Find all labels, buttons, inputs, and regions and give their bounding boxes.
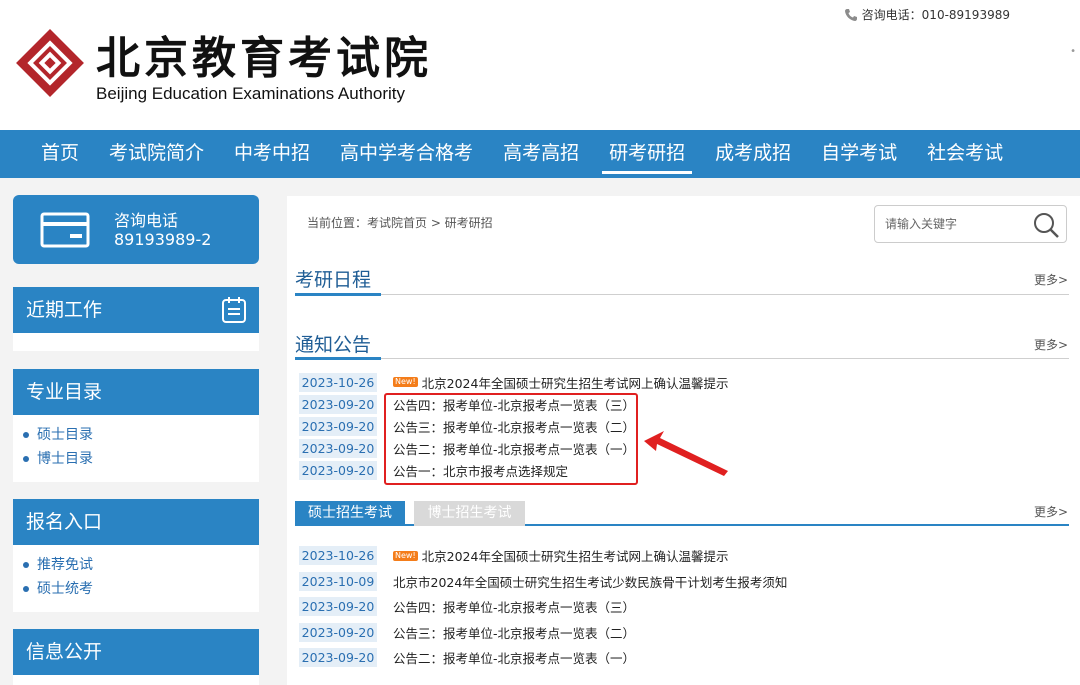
- nav-item-zixue[interactable]: 自学考试: [806, 130, 912, 178]
- list-item[interactable]: 2023-09-20 公告三：报考单位-北京报考点一览表（二）: [299, 620, 787, 646]
- highlight-box: [384, 393, 638, 485]
- list-item[interactable]: 2023-10-26 New! 北京2024年全国硕士研究生招生考试网上确认温馨…: [299, 371, 728, 393]
- recent-work-panel: 近期工作: [13, 287, 259, 351]
- hotline-card-title: 咨询电话: [114, 211, 179, 230]
- hotline-card[interactable]: 咨询电话 89193989-2: [13, 195, 259, 264]
- nav-item-chengkao[interactable]: 成考成招: [700, 130, 806, 178]
- hotline-text: 咨询电话：010-89193989: [861, 8, 1010, 22]
- item-date: 2023-10-26: [299, 372, 377, 392]
- item-date: 2023-09-20: [299, 438, 377, 458]
- nav-item-yankao[interactable]: 研考研招: [594, 130, 700, 178]
- search-icon[interactable]: [1032, 211, 1060, 239]
- new-badge: New!: [393, 377, 418, 387]
- item-title[interactable]: 公告二：报考单位-北京报考点一览表（一）: [393, 648, 635, 667]
- signup-body: 推荐免试 硕士统考: [13, 545, 259, 612]
- list-item[interactable]: 2023-10-09 北京市2024年全国硕士研究生招生考试少数民族骨干计划考生…: [299, 569, 787, 595]
- signup-header[interactable]: 报名入口: [13, 499, 259, 545]
- logo-title-en: Beijing Education Examinations Authority: [96, 84, 406, 103]
- item-title[interactable]: 北京2024年全国硕士研究生招生考试网上确认温馨提示: [422, 373, 729, 392]
- breadcrumb: 当前位置：考试院首页 > 研考研招: [307, 216, 493, 230]
- item-date: 2023-09-20: [299, 597, 377, 617]
- list-item[interactable]: 2023-10-26 New! 北京2024年全国硕士研究生招生考试网上确认温馨…: [299, 543, 787, 569]
- item-title[interactable]: 公告三：报考单位-北京报考点一览表（二）: [393, 623, 635, 642]
- hotline-card-number: 89193989-2: [114, 230, 212, 249]
- item-date: 2023-10-09: [299, 571, 377, 591]
- search-box: [874, 205, 1067, 243]
- sidebar-item-label: 博士目录: [37, 451, 93, 467]
- sidebar-item-master-catalog[interactable]: 硕士目录: [23, 423, 259, 447]
- pointer-arrow-icon: [644, 431, 728, 476]
- search-input[interactable]: [875, 206, 1025, 242]
- list-item[interactable]: 2023-09-20 公告四：报考单位-北京报考点一览表（三）: [299, 594, 787, 620]
- main-nav: 首页 考试院简介 中考中招 高中学考合格考 高考高招 研考研招 成考成招 自学考…: [0, 130, 1080, 178]
- logo-title-cn[interactable]: 北京教育考试院: [96, 22, 432, 86]
- bullet-icon: [23, 586, 29, 592]
- item-date: 2023-09-20: [299, 622, 377, 642]
- sidebar-item-unified-exam[interactable]: 硕士统考: [23, 577, 259, 601]
- schedule-more-link[interactable]: 更多>: [1034, 271, 1068, 288]
- header-dot: •: [1070, 46, 1076, 57]
- site-header: 北京教育考试院 Beijing Education Examinations A…: [0, 0, 1080, 130]
- bullet-icon: [23, 562, 29, 568]
- nav-item-gaokao[interactable]: 高考高招: [488, 130, 594, 178]
- info-body: [13, 675, 259, 685]
- nav-item-home[interactable]: 首页: [26, 130, 94, 178]
- sidebar-item-label: 硕士目录: [37, 427, 93, 443]
- info-panel: 信息公开: [13, 629, 259, 685]
- catalog-body: 硕士目录 博士目录: [13, 415, 259, 482]
- new-badge: New!: [393, 550, 418, 561]
- nav-item-zhongkao[interactable]: 中考中招: [219, 130, 325, 178]
- recent-work-title: 近期工作: [26, 299, 103, 321]
- sidebar-item-doctor-catalog[interactable]: 博士目录: [23, 447, 259, 471]
- schedule-title[interactable]: 考研日程: [295, 265, 371, 292]
- nav-item-about[interactable]: 考试院简介: [94, 130, 219, 178]
- nav-item-xuekao[interactable]: 高中学考合格考: [325, 130, 488, 178]
- sidebar-item-label: 推荐免试: [37, 557, 93, 573]
- bullet-icon: [23, 456, 29, 462]
- tabs-more-link[interactable]: 更多>: [1034, 503, 1068, 520]
- recent-work-header[interactable]: 近期工作: [13, 287, 259, 333]
- item-date: 2023-09-20: [299, 416, 377, 436]
- notice-title[interactable]: 通知公告: [295, 330, 371, 357]
- tab-master-exam[interactable]: 硕士招生考试: [295, 501, 405, 526]
- nav-item-shehui[interactable]: 社会考试: [912, 130, 1018, 178]
- calendar-icon: [222, 297, 246, 323]
- tab-list: 2023-10-26 New! 北京2024年全国硕士研究生招生考试网上确认温馨…: [299, 543, 787, 671]
- signup-panel: 报名入口 推荐免试 硕士统考: [13, 499, 259, 612]
- divider-accent: [295, 357, 381, 360]
- main-content: 当前位置：考试院首页 > 研考研招 考研日程 更多> 通知公告 更多> 2023…: [287, 196, 1080, 685]
- bullet-icon: [23, 432, 29, 438]
- list-item[interactable]: 2023-09-20 公告二：报考单位-北京报考点一览表（一）: [299, 645, 787, 671]
- sidebar-item-label: 硕士统考: [37, 581, 93, 597]
- logo-icon[interactable]: [12, 28, 88, 98]
- item-title[interactable]: 北京市2024年全国硕士研究生招生考试少数民族骨干计划考生报考须知: [393, 572, 787, 591]
- notice-divider: [295, 357, 1069, 360]
- card-icon: [40, 212, 90, 248]
- catalog-header[interactable]: 专业目录: [13, 369, 259, 415]
- tab-doctor-exam[interactable]: 博士招生考试: [414, 501, 525, 526]
- item-date: 2023-09-20: [299, 648, 377, 668]
- item-title[interactable]: 北京2024年全国硕士研究生招生考试网上确认温馨提示: [422, 546, 729, 565]
- header-hotline: 咨询电话：010-89193989: [844, 6, 1010, 23]
- item-date: 2023-09-20: [299, 394, 377, 414]
- schedule-divider: [295, 293, 1069, 296]
- item-title[interactable]: 公告四：报考单位-北京报考点一览表（三）: [393, 597, 635, 616]
- exam-tabs: 硕士招生考试 博士招生考试: [295, 501, 1069, 526]
- divider-accent: [295, 293, 381, 296]
- notice-more-link[interactable]: 更多>: [1034, 336, 1068, 353]
- phone-icon: [844, 8, 857, 21]
- catalog-panel: 专业目录 硕士目录 博士目录: [13, 369, 259, 482]
- item-date: 2023-09-20: [299, 460, 377, 480]
- info-header[interactable]: 信息公开: [13, 629, 259, 675]
- sidebar-item-recommend[interactable]: 推荐免试: [23, 553, 259, 577]
- item-date: 2023-10-26: [299, 546, 377, 566]
- recent-work-body: [13, 333, 259, 351]
